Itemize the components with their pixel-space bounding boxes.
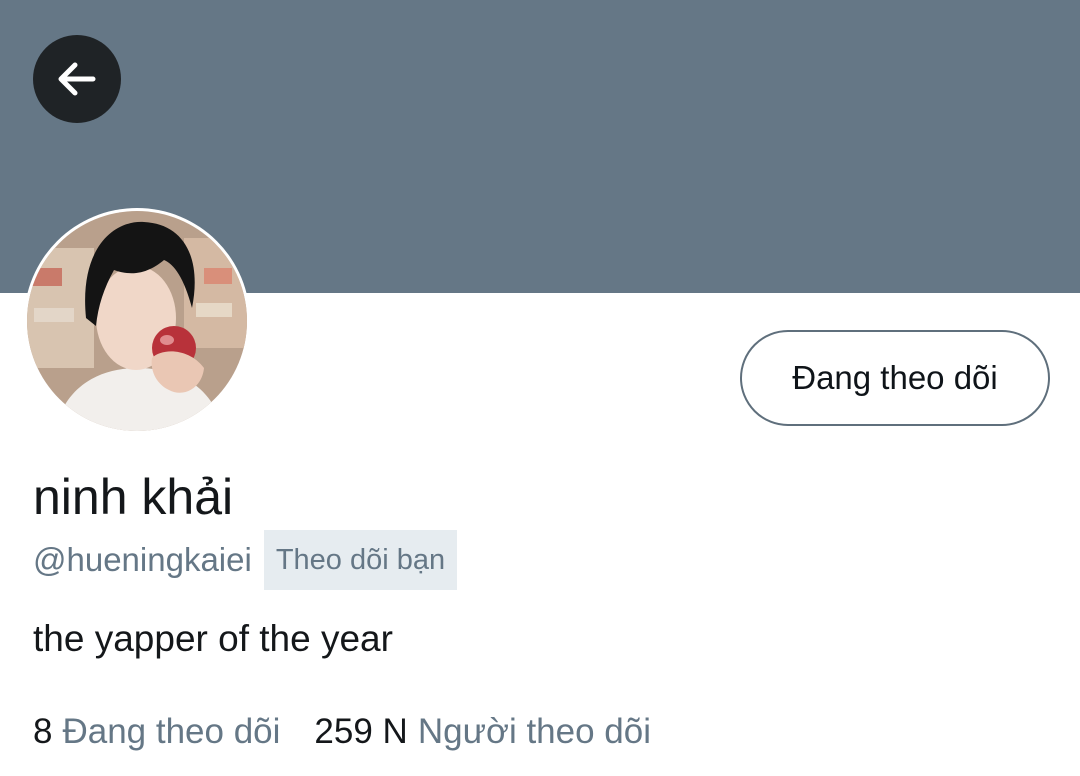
- followers-stat[interactable]: 259 N Người theo dõi: [314, 712, 651, 752]
- followers-label: Người theo dõi: [417, 712, 652, 751]
- following-button[interactable]: Đang theo dõi: [740, 330, 1050, 426]
- user-handle: @hueningkaiei: [33, 541, 252, 578]
- follows-you-badge: Theo dõi bạn: [263, 530, 458, 590]
- back-button[interactable]: [33, 35, 121, 123]
- profile-bio: the yapper of the year: [33, 618, 393, 659]
- display-name: ninh khải: [33, 469, 234, 525]
- following-count: 8: [33, 712, 53, 751]
- follow-stats: 8 Đang theo dõi 259 N Người theo dõi: [33, 708, 651, 756]
- profile-photo: [27, 211, 247, 431]
- following-label: Đang theo dõi: [62, 712, 281, 751]
- avatar[interactable]: [24, 208, 250, 434]
- handle-row: @hueningkaiei Theo dõi bạn: [33, 530, 458, 590]
- following-stat[interactable]: 8 Đang theo dõi: [33, 712, 280, 752]
- arrow-left-icon: [58, 62, 96, 96]
- followers-count: 259 N: [314, 712, 408, 751]
